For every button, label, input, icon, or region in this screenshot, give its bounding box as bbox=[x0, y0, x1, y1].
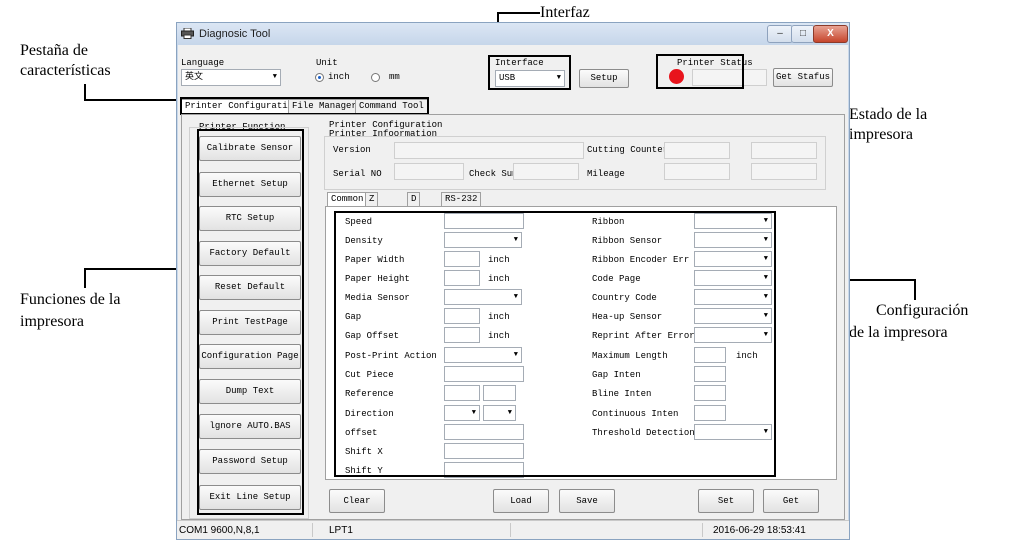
status-divider bbox=[702, 523, 703, 537]
close-button[interactable]: X bbox=[813, 25, 848, 43]
annotation-pestana-2: características bbox=[20, 62, 111, 79]
annotation-line bbox=[497, 12, 540, 14]
annotation-line bbox=[84, 268, 86, 288]
language-value: 英文 bbox=[185, 72, 204, 82]
printer-status-highlight bbox=[656, 54, 744, 89]
check-sum-field bbox=[513, 163, 579, 180]
maximize-button[interactable]: □ bbox=[791, 25, 815, 43]
unit-mm-label: mm bbox=[389, 72, 400, 82]
version-label: Version bbox=[333, 145, 371, 155]
status-divider bbox=[312, 523, 313, 537]
printer-icon bbox=[181, 28, 194, 39]
subtab-common[interactable]: Common bbox=[327, 192, 368, 207]
annotation-line bbox=[84, 99, 180, 101]
check-sum-label: Check Sum bbox=[469, 169, 518, 179]
status-bar: COM1 9600,N,8,1 LPT1 2016-06-29 18:53:41 bbox=[177, 520, 849, 539]
printer-configuration-highlight bbox=[334, 211, 776, 477]
annotation-config-2: de la impresora bbox=[849, 324, 948, 341]
language-select[interactable]: 英文 ▼ bbox=[181, 69, 281, 86]
diagnostic-tool-window: Diagnosic Tool – □ X Language 英文 ▼ Unit … bbox=[176, 22, 850, 540]
language-label: Language bbox=[181, 58, 225, 68]
annotation-pestana-1: Pestaña de bbox=[20, 42, 88, 59]
tabs-highlight bbox=[180, 97, 429, 115]
window-title: Diagnosic Tool bbox=[199, 28, 271, 40]
annotation-funciones-1: Funciones de la bbox=[20, 291, 121, 308]
minimize-button[interactable]: – bbox=[767, 25, 793, 43]
status-lpt: LPT1 bbox=[329, 525, 353, 536]
unit-inch-radio[interactable] bbox=[315, 73, 324, 82]
cutting-counter-label: Cutting Counter bbox=[587, 145, 669, 155]
cutting-counter-field bbox=[664, 142, 730, 159]
subtab-rs232[interactable]: RS-232 bbox=[441, 192, 482, 207]
get-button[interactable]: Get bbox=[763, 489, 819, 513]
sub-tabbar: Common Z D RS-232 bbox=[327, 192, 487, 207]
annotation-line bbox=[914, 279, 916, 300]
mileage-field bbox=[664, 163, 730, 180]
annotation-interfaz: Interfaz bbox=[540, 4, 590, 21]
status-port: COM1 9600,N,8,1 bbox=[179, 525, 260, 536]
mileage-label: Mileage bbox=[587, 169, 625, 179]
serial-no-label: Serial NO bbox=[333, 169, 382, 179]
annotation-config-1: Configuración bbox=[876, 302, 969, 319]
status-divider bbox=[510, 523, 511, 537]
set-button[interactable]: Set bbox=[698, 489, 754, 513]
get-status-button[interactable]: Get Stafus bbox=[773, 68, 833, 87]
title-bar: Diagnosic Tool – □ X bbox=[177, 23, 849, 45]
serial-no-field bbox=[394, 163, 464, 180]
unit-mm-radio[interactable] bbox=[371, 73, 380, 82]
status-datetime: 2016-06-29 18:53:41 bbox=[713, 525, 806, 536]
annotation-estado-1: Estado de la bbox=[849, 106, 928, 123]
save-button[interactable]: Save bbox=[559, 489, 615, 513]
annotation-funciones-2: impresora bbox=[20, 313, 84, 330]
setup-button[interactable]: Setup bbox=[579, 69, 629, 88]
interface-highlight bbox=[488, 55, 571, 90]
subtab-z[interactable]: Z bbox=[365, 192, 379, 207]
annotation-estado-2: impresora bbox=[849, 126, 913, 143]
subtab-d[interactable]: D bbox=[407, 192, 421, 207]
unit-inch-label: inch bbox=[328, 72, 350, 82]
clear-button[interactable]: Clear bbox=[329, 489, 385, 513]
mileage-field-2 bbox=[751, 163, 817, 180]
printer-function-highlight bbox=[197, 129, 304, 515]
version-field bbox=[394, 142, 584, 159]
cutting-counter-field-2 bbox=[751, 142, 817, 159]
unit-label: Unit bbox=[316, 58, 338, 68]
load-button[interactable]: Load bbox=[493, 489, 549, 513]
chevron-down-icon: ▼ bbox=[272, 73, 277, 81]
